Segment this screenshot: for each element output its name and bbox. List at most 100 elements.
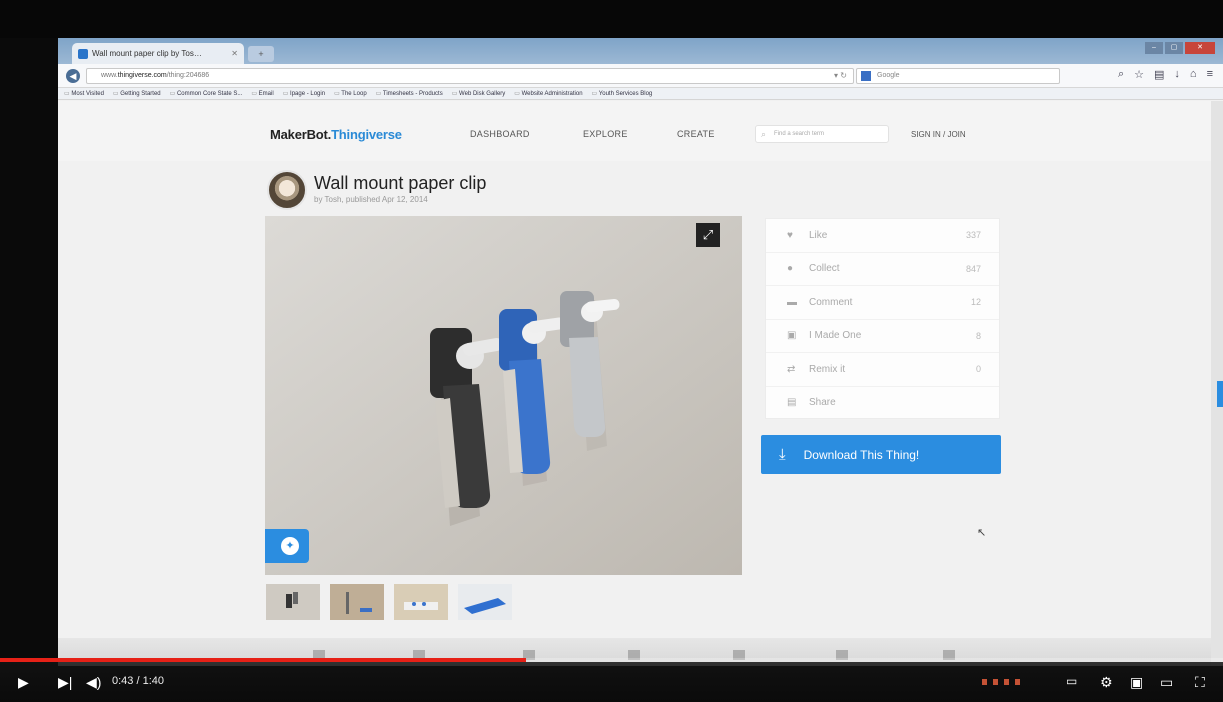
tab-strip: Wall mount paper clip by Tos… ✕ + – ▢ ✕: [58, 38, 1223, 64]
site-search-placeholder: Find a search term: [774, 131, 825, 137]
collect-button[interactable]: ● Collect 847: [766, 253, 999, 286]
player-controls: ▶ ▶| ◀) 0:43 / 1:40 ▭ ⚙ ▣ ▭ ⛶: [0, 662, 1223, 702]
bookmark-item[interactable]: Common Core State S...: [170, 90, 242, 97]
maximize-icon[interactable]: ▢: [1165, 42, 1183, 54]
photo-action-button[interactable]: ✦: [265, 529, 309, 563]
minimize-icon[interactable]: –: [1145, 42, 1163, 54]
bookmark-item[interactable]: Youth Services Blog: [592, 90, 652, 97]
collect-icon: ●: [787, 263, 794, 275]
nav-dashboard[interactable]: DASHBOARD: [470, 129, 530, 139]
thumbnail-4[interactable]: [458, 584, 512, 620]
stat-count: 0: [975, 364, 981, 375]
stat-count: 12: [970, 297, 981, 308]
stat-count: 337: [965, 230, 981, 241]
download-icon: ⤓: [779, 446, 786, 463]
bookmark-item[interactable]: Timesheets - Products: [376, 90, 443, 97]
browser-toolbar: ◀ www.thingiverse.com/thing:204686 ▾ ↻ G…: [58, 64, 1223, 88]
bookmark-item[interactable]: Ipage - Login: [283, 90, 325, 97]
main-product-image[interactable]: ⤢ ✦: [265, 216, 742, 575]
window-close-icon[interactable]: ✕: [1185, 42, 1215, 54]
library-icon[interactable]: ▤: [1154, 68, 1164, 81]
scrollbar[interactable]: [1211, 101, 1223, 666]
bookmarks-bar: Most Visited Getting Started Common Core…: [58, 88, 1223, 100]
share-button[interactable]: ▤ Share: [766, 387, 999, 420]
stat-label: Share: [809, 397, 836, 409]
video-player[interactable]: Wall mount paper clip by Tos… ✕ + – ▢ ✕ …: [0, 0, 1223, 702]
nav-explore[interactable]: EXPLORE: [583, 129, 628, 139]
settings-gear-icon[interactable]: ⚙: [1100, 674, 1113, 691]
theater-mode-icon[interactable]: ▭: [1160, 674, 1173, 691]
video-letterbox-left: [0, 38, 58, 658]
share-icon: ▤: [787, 397, 797, 409]
expand-icon[interactable]: ⤢: [696, 223, 720, 247]
stat-label: Comment: [809, 296, 853, 308]
bookmark-item[interactable]: Email: [251, 90, 274, 97]
site-search-input[interactable]: ⌕ Find a search term: [755, 125, 889, 143]
time-display: 0:43 / 1:40: [112, 675, 164, 687]
home-icon[interactable]: ⌂: [1190, 68, 1197, 81]
back-arrow-icon[interactable]: ◀: [66, 68, 80, 83]
menu-icon[interactable]: ≡: [1207, 68, 1213, 81]
avatar[interactable]: [267, 170, 307, 210]
marker-dot: [982, 679, 987, 685]
site-header: MakerBot.Thingiverse DASHBOARD EXPLORE C…: [58, 101, 1223, 161]
like-button[interactable]: ♥ Like 337: [766, 219, 999, 253]
annotation-markers: [982, 679, 1020, 685]
remix-button[interactable]: ⇄ Remix it 0: [766, 353, 999, 387]
thumbnail-3[interactable]: [394, 584, 448, 620]
volume-icon[interactable]: ◀): [86, 674, 101, 691]
stat-count: 8: [975, 330, 981, 341]
paper-clips-photo: [265, 216, 742, 575]
stat-label: Remix it: [809, 363, 846, 375]
new-tab-button[interactable]: +: [248, 46, 274, 62]
signin-join-link[interactable]: SIGN IN / JOIN: [911, 130, 966, 139]
browser-window: Wall mount paper clip by Tos… ✕ + – ▢ ✕ …: [58, 38, 1223, 666]
bookmark-item[interactable]: Most Visited: [64, 90, 104, 97]
stats-panel: ♥ Like 337 ● Collect 847 ▬ Comment 12 ▣ …: [765, 218, 1000, 420]
bookmark-item[interactable]: Web Disk Gallery: [452, 90, 505, 97]
fullscreen-icon[interactable]: ⛶: [1195, 674, 1205, 691]
download-label: Download This Thing!: [803, 447, 920, 462]
stat-label: I Made One: [809, 330, 862, 342]
logo-makerbot: MakerBot.: [270, 127, 332, 142]
reload-icon[interactable]: ▾ ↻: [834, 69, 847, 83]
url-prefix: www.: [101, 72, 118, 79]
thumbnail-2[interactable]: [330, 584, 384, 620]
bookmark-star-icon[interactable]: ☆: [1134, 68, 1144, 81]
page-title: Wall mount paper clip: [314, 173, 487, 193]
remix-icon: ⇄: [787, 363, 796, 375]
url-bar[interactable]: www.thingiverse.com/thing:204686 ▾ ↻: [86, 68, 854, 84]
video-letterbox-top: [0, 0, 1223, 38]
window-controls: – ▢ ✕: [1145, 42, 1215, 54]
made-one-button[interactable]: ▣ I Made One 8: [766, 320, 999, 353]
mouse-cursor-icon: ↖: [977, 527, 987, 539]
search-icon[interactable]: ⌕: [1118, 68, 1124, 81]
search-icon: ⌕: [761, 129, 767, 139]
comment-button[interactable]: ▬ Comment 12: [766, 286, 999, 320]
thumbnail-1[interactable]: [266, 584, 320, 620]
download-button[interactable]: ⤓ Download This Thing!: [761, 435, 1001, 474]
download-icon[interactable]: ↓: [1174, 68, 1180, 81]
play-icon[interactable]: ▶: [18, 674, 29, 691]
bookmark-item[interactable]: Website Administration: [514, 90, 583, 97]
browser-nav-icons: ⌕ ☆ ▤ ↓ ⌂ ≡: [1118, 68, 1213, 81]
stat-label: Like: [809, 229, 828, 241]
thing-byline: by Tosh, published Apr 12, 2014: [314, 195, 428, 204]
stat-label: Collect: [809, 263, 840, 275]
made-icon: ▣: [787, 330, 797, 342]
marker-dot: [1004, 679, 1009, 685]
stat-count: 847: [965, 263, 981, 274]
site-logo[interactable]: MakerBot.Thingiverse: [270, 127, 402, 142]
browser-tab[interactable]: Wall mount paper clip by Tos… ✕: [72, 43, 244, 64]
feedback-tab[interactable]: [1217, 381, 1223, 407]
tab-close-icon[interactable]: ✕: [231, 49, 238, 58]
miniplayer-icon[interactable]: ▣: [1130, 674, 1143, 691]
nav-create[interactable]: CREATE: [677, 129, 715, 139]
next-icon[interactable]: ▶|: [58, 674, 72, 691]
bookmark-item[interactable]: The Loop: [334, 90, 366, 97]
browser-search-placeholder: Google: [877, 72, 900, 79]
browser-search-field[interactable]: Google: [856, 68, 1060, 84]
tab-title: Wall mount paper clip by Tos…: [92, 49, 202, 58]
bookmark-item[interactable]: Getting Started: [113, 90, 160, 97]
subtitles-icon[interactable]: ▭: [1066, 674, 1077, 688]
